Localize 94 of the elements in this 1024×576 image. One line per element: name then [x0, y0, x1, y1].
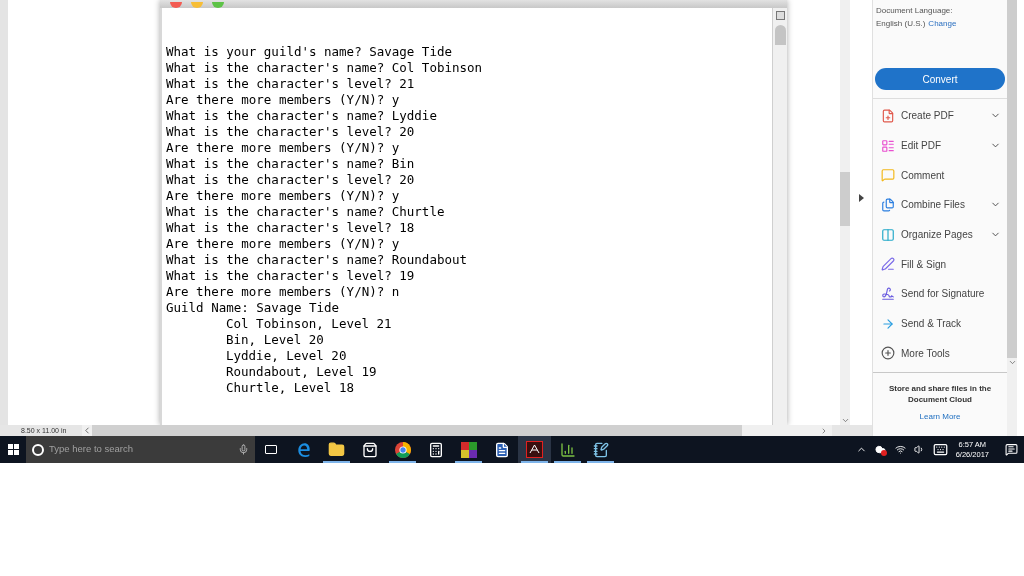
tool-item[interactable]: More Tools: [873, 338, 1007, 369]
edit-tool-icon: [881, 138, 895, 153]
running-indicator: [455, 461, 482, 463]
search-placeholder: Type here to search: [49, 442, 133, 457]
running-indicator: [554, 461, 581, 463]
folder-icon: [328, 441, 345, 458]
terminal-line: Are there more members (Y/N)? y: [166, 92, 400, 108]
terminal-line: Bin, Level 20: [225, 332, 324, 348]
acrobat-icon: [526, 441, 543, 458]
terminal-line: What is the character's level? 18: [166, 220, 415, 236]
combine-tool-icon: [881, 197, 895, 212]
convert-button[interactable]: Convert: [875, 68, 1005, 90]
edge-browser-icon: [296, 442, 311, 457]
tool-item[interactable]: Comment: [873, 160, 1007, 191]
notepad-icon: [592, 441, 609, 458]
running-indicator: [521, 461, 548, 463]
comment-tool-icon: [881, 168, 895, 183]
tool-label: Edit PDF: [901, 139, 941, 154]
terminal-line: What is the character's level? 21: [166, 76, 415, 92]
notifications-icon[interactable]: [1005, 443, 1018, 456]
tool-label: Combine Files: [901, 198, 965, 213]
running-indicator: [389, 461, 416, 463]
terminal-line: Are there more members (Y/N)? y: [166, 188, 400, 204]
terminal-line: What is the character's name? Bin: [166, 156, 415, 172]
microphone-icon[interactable]: [238, 444, 249, 455]
scroll-thumb[interactable]: [774, 25, 786, 45]
scroll-left-icon[interactable]: [82, 425, 92, 436]
tool-label: More Tools: [901, 346, 950, 361]
running-indicator: [587, 461, 614, 463]
terminal-line: Col Tobinson, Level 21: [225, 316, 392, 332]
terminal-line: What is the character's level? 20: [166, 124, 415, 140]
tool-item[interactable]: Send for Signature: [873, 279, 1007, 309]
terminal-line: What is the character's level? 20: [166, 172, 415, 188]
terminal-line: Lyddie, Level 20: [225, 348, 347, 364]
pane-scrollbar[interactable]: [1007, 0, 1017, 436]
scroll-down-icon[interactable]: [1007, 358, 1017, 367]
tool-item[interactable]: Organize Pages: [873, 219, 1007, 250]
scroll-down-icon[interactable]: [840, 416, 850, 425]
wifi-icon[interactable]: [894, 444, 906, 455]
terminal-line: What is the character's name? Col Tobinson: [166, 60, 483, 76]
terminal-line: What is the character's level? 19: [166, 268, 415, 284]
terminal-line: What is the character's name? Roundabout: [166, 252, 468, 268]
fill-tool-icon: [881, 257, 895, 272]
more-tool-icon: [881, 346, 895, 361]
tool-item[interactable]: Edit PDF: [873, 130, 1007, 161]
colored-tiles-icon: [460, 441, 477, 458]
terminal-line: Churtle, Level 18: [225, 380, 354, 396]
vertical-scrollbar[interactable]: [840, 0, 850, 425]
document-language-value: English (U.S.): [876, 18, 926, 30]
calculator-icon: [427, 441, 444, 458]
scroll-right-icon[interactable]: [820, 426, 828, 435]
chrome-browser-icon: [394, 441, 411, 458]
running-indicator: [323, 461, 350, 463]
terminal-line: What is the character's name? Lyddie: [166, 108, 437, 124]
tool-item[interactable]: Create PDF: [873, 101, 1007, 131]
change-link[interactable]: Change: [928, 17, 957, 31]
create-tool-icon: [881, 108, 895, 123]
keyboard-icon[interactable]: [932, 442, 948, 457]
tool-label: Create PDF: [901, 109, 954, 124]
tool-label: Fill & Sign: [901, 257, 946, 272]
terminal-line: Are there more members (Y/N)? y: [166, 140, 400, 156]
organize-tool-icon: [881, 227, 895, 242]
terminal-scrollbar[interactable]: [772, 8, 787, 425]
signature-tool-icon: [881, 286, 895, 301]
terminal-line: Are there more members (Y/N)? y: [166, 236, 400, 252]
terminal-line: Roundabout, Level 19: [225, 364, 377, 380]
terminal-line: What is your guild's name? Savage Tide: [166, 44, 452, 60]
scroll-thumb[interactable]: [1007, 0, 1017, 358]
taskbar-app-button[interactable]: [518, 436, 551, 463]
tool-label: Send for Signature: [901, 287, 985, 302]
shopping-bag-icon: [361, 441, 378, 458]
tool-label: Comment: [901, 168, 945, 183]
word-document-icon: [493, 441, 510, 458]
search-field[interactable]: Type here to search: [26, 436, 255, 463]
terminal-line: What is the character's name? Churtle: [166, 204, 445, 220]
horizontal-scrollbar[interactable]: [82, 425, 832, 436]
scroll-thumb[interactable]: [840, 172, 850, 226]
learn-more-link[interactable]: Learn More: [919, 411, 961, 424]
tool-item[interactable]: Send & Track: [873, 308, 1007, 339]
tool-label: Organize Pages: [901, 228, 973, 243]
track-tool-icon: [881, 316, 895, 331]
cloud-promo-text: Store and share files in the Document Cloud: [887, 383, 993, 406]
collapse-pane-icon[interactable]: [858, 193, 864, 202]
task-view-icon: [265, 445, 277, 454]
document-language-label: Document Language:: [876, 5, 954, 17]
tool-item[interactable]: Combine Files: [873, 190, 1007, 220]
terminal-line: Are there more members (Y/N)? n: [166, 284, 400, 300]
windows-logo-icon: [7, 444, 19, 455]
terminal-line: Guild Name: Savage Tide: [166, 300, 340, 316]
tool-label: Send & Track: [901, 317, 962, 332]
split-pane-icon: [775, 11, 785, 20]
chart-icon: [559, 441, 576, 458]
tool-item[interactable]: Fill & Sign: [873, 249, 1007, 280]
volume-icon[interactable]: [913, 444, 925, 455]
